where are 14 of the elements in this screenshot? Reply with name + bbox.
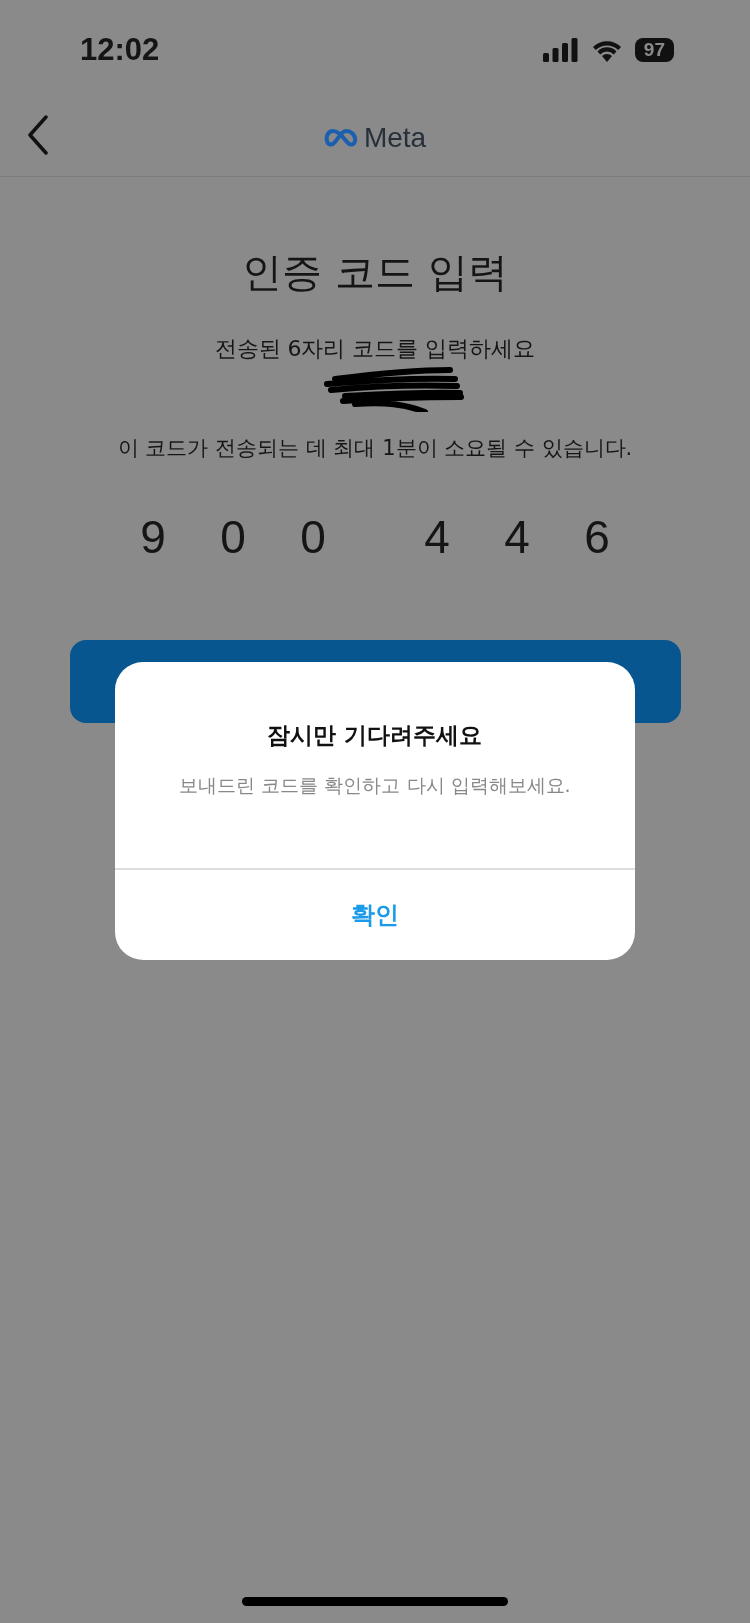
signal-icon [542, 38, 579, 62]
logo-text: Meta [363, 122, 427, 154]
infinity-icon [323, 128, 358, 148]
battery-indicator: 97 [634, 38, 674, 62]
code-field[interactable]: 9 0 0 4 4 6 [113, 510, 637, 564]
dialog-title: 잠시만 기다려주세요 [267, 721, 483, 750]
info-text: 이 코드가 전송되는 데 최대 1분이 소요될 수 있습니다. [117, 435, 633, 462]
instruction-text: 전송된 6자리 코드를 입력하세요 [214, 335, 536, 363]
back-icon[interactable] [27, 115, 49, 155]
confirm-button[interactable]: 확인 [115, 868, 635, 960]
status-time: 12:02 [80, 32, 160, 68]
wifi-icon [590, 38, 623, 62]
dialog-message: 보내드린 코드를 확인하고 다시 입력해보세요. [179, 773, 571, 798]
page-title: 인증 코드 입력 [242, 248, 508, 297]
